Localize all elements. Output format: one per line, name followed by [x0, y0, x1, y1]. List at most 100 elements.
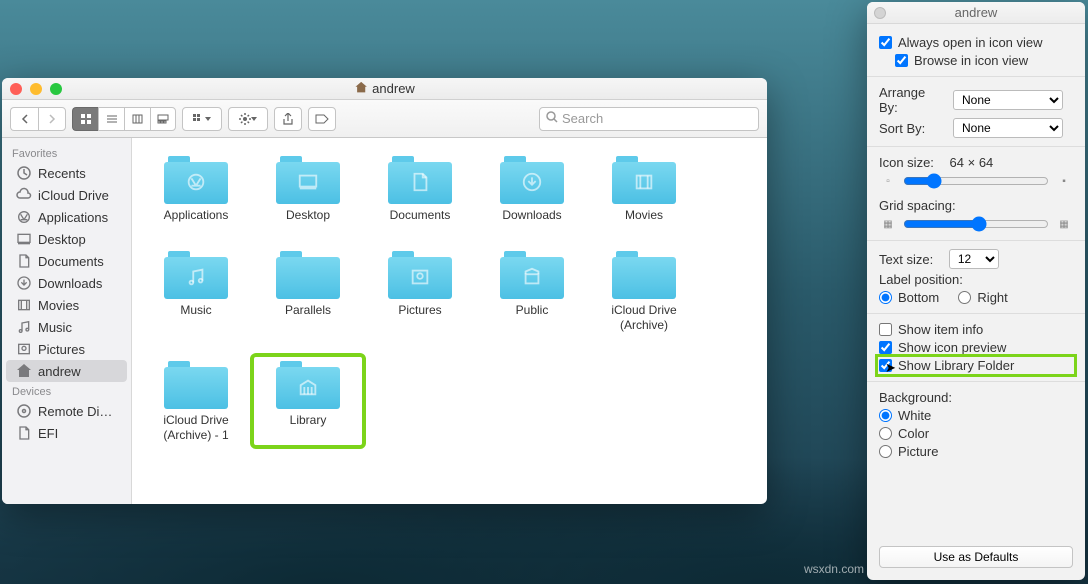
tags-button[interactable] — [308, 107, 336, 131]
background-color-radio[interactable] — [879, 427, 892, 440]
icon-view-button[interactable] — [72, 107, 98, 131]
finder-titlebar[interactable]: andrew — [2, 78, 767, 100]
sidebar-item-music[interactable]: Music — [6, 316, 127, 338]
folder-icloud-drive-archive-1[interactable]: iCloud Drive (Archive) - 1 — [140, 355, 252, 447]
always-open-icon-view-checkbox[interactable] — [879, 36, 892, 49]
sidebar-item-label: Pictures — [38, 342, 85, 357]
text-size-select[interactable]: 12 — [949, 249, 999, 269]
watermark: wsxdn.com — [804, 562, 864, 576]
label-position-bottom-radio[interactable] — [879, 291, 892, 304]
sidebar-item-desktop[interactable]: Desktop — [6, 228, 127, 250]
browse-icon-view-checkbox[interactable] — [895, 54, 908, 67]
sidebar-item-label: Music — [38, 320, 72, 335]
folder-applications[interactable]: Applications — [140, 150, 252, 227]
folder-label: iCloud Drive (Archive) — [594, 303, 694, 333]
panel-titlebar[interactable]: andrew — [867, 2, 1085, 24]
sidebar-item-recents[interactable]: Recents — [6, 162, 127, 184]
show-library-folder-checkbox[interactable] — [879, 359, 892, 372]
show-icon-preview-label: Show icon preview — [898, 340, 1006, 355]
grid-spacing-slider[interactable] — [903, 216, 1049, 232]
folder-icon — [276, 249, 340, 299]
folder-label: Downloads — [502, 208, 561, 223]
music-icon — [16, 319, 32, 335]
icon-size-label: Icon size: — [879, 155, 934, 170]
close-button[interactable] — [10, 83, 22, 95]
sidebar-item-movies[interactable]: Movies — [6, 294, 127, 316]
folder-icloud-drive-archive-[interactable]: iCloud Drive (Archive) — [588, 245, 700, 337]
gallery-view-button[interactable] — [150, 107, 176, 131]
folder-icon — [276, 154, 340, 204]
minimize-button[interactable] — [30, 83, 42, 95]
panel-close-button[interactable] — [874, 7, 886, 19]
folder-public[interactable]: Public — [476, 245, 588, 337]
window-title: andrew — [354, 81, 415, 97]
column-view-button[interactable] — [124, 107, 150, 131]
folder-documents[interactable]: Documents — [364, 150, 476, 227]
icon-size-slider[interactable] — [903, 173, 1049, 189]
folder-icon — [612, 249, 676, 299]
sidebar-item-applications[interactable]: Applications — [6, 206, 127, 228]
list-view-button[interactable] — [98, 107, 124, 131]
sidebar: Favorites Recents iCloud DriveApplications… — [2, 138, 132, 504]
folder-library[interactable]: Library — [252, 355, 364, 447]
folder-movies[interactable]: Movies — [588, 150, 700, 227]
folder-label: Public — [516, 303, 549, 318]
arrange-by-select[interactable]: None — [953, 90, 1063, 110]
always-open-icon-view-label: Always open in icon view — [898, 35, 1043, 50]
label-position-right-radio[interactable] — [958, 291, 971, 304]
grid-spacing-label: Grid spacing: — [879, 198, 956, 213]
sidebar-item-label: Recents — [38, 166, 86, 181]
folder-desktop[interactable]: Desktop — [252, 150, 364, 227]
clock-icon — [16, 165, 32, 181]
folder-icon — [388, 249, 452, 299]
background-picture-radio[interactable] — [879, 445, 892, 458]
window-title-text: andrew — [372, 81, 415, 96]
action-button[interactable] — [228, 107, 268, 131]
folder-icon — [164, 154, 228, 204]
background-color-label: Color — [898, 426, 929, 441]
use-as-defaults-button[interactable]: Use as Defaults — [879, 546, 1073, 568]
folder-icon — [276, 359, 340, 409]
sidebar-item-label: Desktop — [38, 232, 86, 247]
sidebar-item-label: EFI — [38, 426, 58, 441]
folder-pictures[interactable]: Pictures — [364, 245, 476, 337]
folder-label: Movies — [625, 208, 663, 223]
icon-size-min-icon: ▫ — [879, 176, 897, 187]
folder-label: iCloud Drive (Archive) - 1 — [146, 413, 246, 443]
sidebar-item-pictures[interactable]: Pictures — [6, 338, 127, 360]
view-mode-segment — [72, 107, 176, 131]
text-size-label: Text size: — [879, 252, 933, 267]
folder-label: Documents — [390, 208, 451, 223]
background-white-label: White — [898, 408, 931, 423]
share-button[interactable] — [274, 107, 302, 131]
sidebar-item-andrew[interactable]: andrew — [6, 360, 127, 382]
sidebar-item-label: Downloads — [38, 276, 102, 291]
sort-by-select[interactable]: None — [953, 118, 1063, 138]
sidebar-item-downloads[interactable]: Downloads — [6, 272, 127, 294]
forward-button[interactable] — [38, 107, 66, 131]
zoom-button[interactable] — [50, 83, 62, 95]
group-button[interactable] — [182, 107, 222, 131]
back-button[interactable] — [10, 107, 38, 131]
traffic-lights — [10, 83, 62, 95]
folder-label: Music — [180, 303, 211, 318]
sidebar-header: Devices — [2, 382, 131, 400]
panel-footer: Use as Defaults — [867, 536, 1085, 580]
sidebar-item-efi[interactable]: EFI — [6, 422, 127, 444]
sidebar-item-icloud-drive[interactable]: iCloud Drive — [6, 184, 127, 206]
sidebar-item-remote-di-[interactable]: Remote Di… — [6, 400, 127, 422]
folder-downloads[interactable]: Downloads — [476, 150, 588, 227]
show-icon-preview-checkbox[interactable] — [879, 341, 892, 354]
search-field[interactable]: Search — [539, 107, 759, 131]
sidebar-item-documents[interactable]: Documents — [6, 250, 127, 272]
folder-music[interactable]: Music — [140, 245, 252, 337]
show-library-folder-label: Show Library Folder — [898, 358, 1014, 373]
background-white-radio[interactable] — [879, 409, 892, 422]
app-icon — [16, 209, 32, 225]
show-item-info-checkbox[interactable] — [879, 323, 892, 336]
home-icon — [16, 363, 32, 379]
folder-label: Library — [290, 413, 327, 428]
folder-parallels[interactable]: Parallels — [252, 245, 364, 337]
content-area[interactable]: ApplicationsDesktop Documents Downloads Mov… — [132, 138, 767, 504]
sidebar-header: Favorites — [2, 144, 131, 162]
